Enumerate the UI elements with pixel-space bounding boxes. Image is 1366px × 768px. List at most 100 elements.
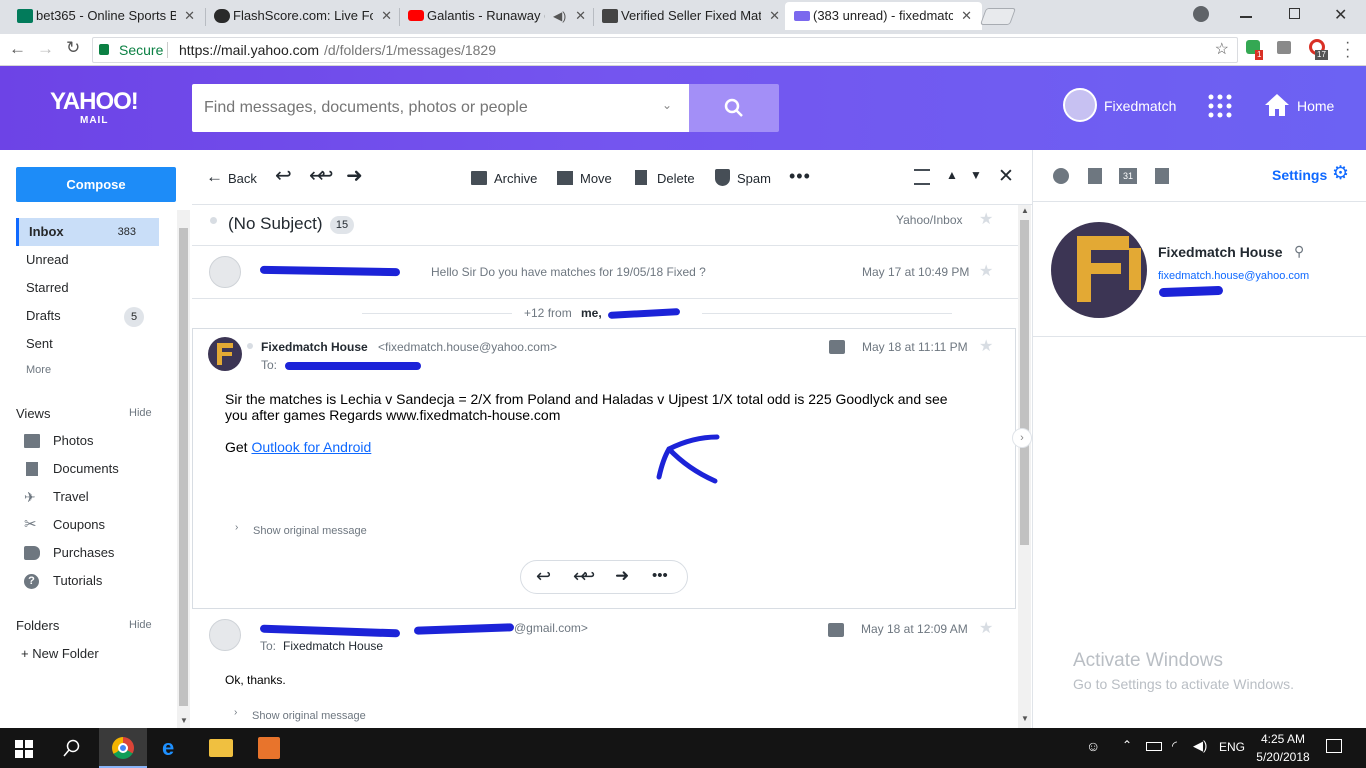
contact-email[interactable]: fixedmatch.house@yahoo.com xyxy=(1158,270,1309,282)
avatar[interactable] xyxy=(1063,88,1097,122)
language-indicator[interactable]: ENG xyxy=(1219,740,1245,754)
show-original-link[interactable]: Show original message xyxy=(253,525,367,537)
browser-tab-active[interactable]: (383 unread) - fixedmatch ✕ xyxy=(785,2,982,30)
audio-playing-icon[interactable]: ◀) xyxy=(553,2,566,30)
back-arrow-icon[interactable]: ← xyxy=(9,39,26,59)
sidebar-scrollbar[interactable]: ▼ xyxy=(177,210,190,728)
forward-icon[interactable]: ➜ xyxy=(346,166,363,186)
close-window-icon[interactable]: ✕ xyxy=(1334,5,1347,25)
chevron-up-icon[interactable]: ⌃ xyxy=(1122,738,1132,752)
recipient-name[interactable]: Fixedmatch House xyxy=(283,639,383,653)
star-icon[interactable]: ★ xyxy=(979,618,993,638)
people-icon[interactable]: ☺ xyxy=(1086,738,1100,754)
clock-time[interactable]: 4:25 AM xyxy=(1257,732,1309,746)
trash-icon[interactable] xyxy=(635,170,647,185)
back-arrow-icon[interactable]: ← xyxy=(206,168,223,186)
chevron-down-icon[interactable]: ⌄ xyxy=(662,98,672,112)
apps-grid-icon[interactable] xyxy=(1208,94,1232,118)
sidebar-item-purchases[interactable]: Purchases xyxy=(24,539,114,567)
more-actions-icon[interactable]: ••• xyxy=(652,567,668,584)
forward-icon[interactable]: ➜ xyxy=(615,566,629,586)
sender-email[interactable]: @gmail.com> xyxy=(514,621,588,635)
close-tab-icon[interactable]: ✕ xyxy=(184,2,195,30)
search-button[interactable] xyxy=(689,84,779,132)
reply-all-icon[interactable]: ↩↩ xyxy=(573,566,595,587)
new-folder-button[interactable]: + New Folder xyxy=(21,646,99,661)
show-original-link[interactable]: Show original message xyxy=(252,710,366,722)
reply-all-icon[interactable]: ↩↩ xyxy=(309,166,333,186)
browser-tab[interactable]: Verified Seller Fixed Matc ✕ xyxy=(593,2,790,30)
collapsed-message[interactable]: Hello Sir Do you have matches for 19/05/… xyxy=(192,246,1018,298)
close-message-icon[interactable]: ✕ xyxy=(998,165,1014,188)
reload-icon[interactable]: ↻ xyxy=(66,38,80,58)
outlook-android-link[interactable]: Outlook for Android xyxy=(251,439,371,455)
battery-icon[interactable] xyxy=(1146,742,1162,751)
star-icon[interactable]: ★ xyxy=(979,261,993,281)
restore-icon[interactable] xyxy=(1289,8,1300,19)
browser-tab[interactable]: Galantis - Runaway (U ◀) ✕ xyxy=(399,2,596,30)
home-icon[interactable] xyxy=(1264,93,1290,117)
scroll-down-icon[interactable]: ▼ xyxy=(1021,714,1029,723)
app-icon[interactable] xyxy=(258,737,280,759)
archive-icon[interactable] xyxy=(471,171,487,185)
spam-shield-icon[interactable] xyxy=(715,169,730,186)
close-tab-icon[interactable]: ✕ xyxy=(961,2,972,30)
scrollbar-thumb[interactable] xyxy=(179,228,188,706)
spam-button[interactable]: Spam xyxy=(737,171,771,186)
calendar-icon[interactable]: 31 xyxy=(1119,168,1137,184)
sender-email[interactable]: <fixedmatch.house@yahoo.com> xyxy=(378,340,557,354)
volume-icon[interactable]: ◀) xyxy=(1193,738,1207,754)
sidebar-item-photos[interactable]: Photos xyxy=(24,427,93,455)
extension-camera-icon[interactable] xyxy=(1277,41,1291,54)
sidebar-item-coupons[interactable]: ✂ Coupons xyxy=(24,511,105,539)
move-folder-icon[interactable] xyxy=(557,171,573,185)
sidebar-item-tutorials[interactable]: ? Tutorials xyxy=(24,567,102,595)
file-explorer-icon[interactable] xyxy=(209,739,233,757)
collapse-panel-icon[interactable]: › xyxy=(1012,428,1032,448)
search-contact-icon[interactable]: ⚲ xyxy=(1294,243,1304,260)
chrome-menu-icon[interactable]: · · · xyxy=(1345,35,1350,65)
notepad-icon[interactable] xyxy=(1088,168,1102,184)
reply-icon[interactable]: ↩ xyxy=(536,566,551,587)
settings-gear-icon[interactable]: ⚙ xyxy=(1332,164,1349,184)
wifi-icon[interactable]: ◜ xyxy=(1172,738,1177,754)
sidebar-item-starred[interactable]: Starred xyxy=(16,274,159,302)
search-box[interactable]: ⌄ xyxy=(192,84,689,132)
views-hide-link[interactable]: Hide xyxy=(129,407,152,419)
star-icon[interactable]: ★ xyxy=(979,336,993,356)
notifications-icon[interactable] xyxy=(1326,739,1342,753)
scroll-up-icon[interactable]: ▲ xyxy=(1021,206,1029,215)
thread-scrollbar[interactable]: ▲ ▼ xyxy=(1018,205,1031,728)
scroll-down-icon[interactable]: ▼ xyxy=(180,716,188,725)
notes-icon[interactable] xyxy=(1155,168,1169,184)
compose-button[interactable]: Compose xyxy=(16,167,176,202)
back-button[interactable]: Back xyxy=(228,171,257,186)
delete-button[interactable]: Delete xyxy=(657,171,695,186)
reply-icon[interactable]: ↩ xyxy=(275,166,292,186)
next-message-icon[interactable]: ▼ xyxy=(970,168,982,182)
edge-icon[interactable]: e xyxy=(162,737,174,759)
close-tab-icon[interactable]: ✕ xyxy=(769,2,780,30)
folders-hide-link[interactable]: Hide xyxy=(129,619,152,631)
browser-tab[interactable]: bet365 - Online Sports Be ✕ xyxy=(8,2,205,30)
home-link[interactable]: Home xyxy=(1297,98,1334,114)
yahoo-logo[interactable]: YAHOO! xyxy=(50,90,139,114)
print-icon[interactable] xyxy=(829,340,845,354)
forward-arrow-icon[interactable]: → xyxy=(37,39,54,59)
browser-tab[interactable]: FlashScore.com: Live Foo ✕ xyxy=(205,2,402,30)
bookmark-star-icon[interactable]: ☆ xyxy=(1215,38,1229,62)
address-bar[interactable]: Secure https://mail.yahoo.com /d/folders… xyxy=(92,37,1238,63)
print-icon[interactable] xyxy=(828,623,844,637)
sidebar-item-travel[interactable]: ✈ Travel xyxy=(24,483,89,511)
search-input[interactable] xyxy=(192,84,652,132)
chevron-right-icon[interactable]: › xyxy=(234,707,237,718)
username[interactable]: Fixedmatch xyxy=(1104,98,1176,114)
sidebar-item-drafts[interactable]: Drafts 5 xyxy=(16,302,159,330)
clock-date[interactable]: 5/20/2018 xyxy=(1253,750,1313,764)
more-actions-icon[interactable]: ••• xyxy=(789,166,811,187)
close-tab-icon[interactable]: ✕ xyxy=(575,2,586,30)
settings-link[interactable]: Settings xyxy=(1272,167,1327,183)
scrollbar-thumb[interactable] xyxy=(1020,220,1029,545)
search-icon[interactable] xyxy=(63,739,81,757)
expand-all-icon[interactable] xyxy=(914,169,930,185)
